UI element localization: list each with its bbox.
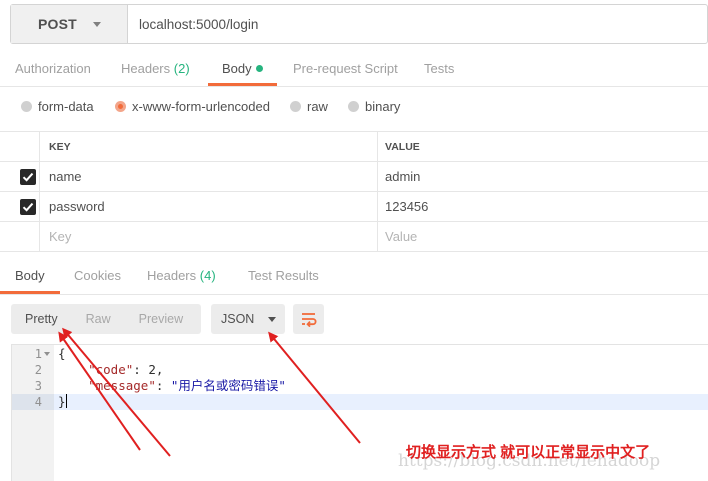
tab-response-headers[interactable]: Headers (4): [147, 258, 216, 294]
preview-button[interactable]: Preview: [125, 304, 197, 334]
radio-circle: [290, 100, 301, 112]
kv-value-header: VALUE: [385, 140, 420, 153]
kv-key-cell[interactable]: name: [40, 162, 378, 191]
url-input[interactable]: localhost:5000/login: [128, 5, 707, 43]
kv-header-row: KEY VALUE: [0, 131, 708, 162]
radio-form-data[interactable]: form-data: [21, 94, 94, 118]
body-indicator-dot: [255, 65, 263, 72]
code-text: "code": 2,: [88, 362, 164, 377]
request-tabs: Authorization Headers (2) Body Pre-reque…: [0, 52, 708, 86]
response-headers-count: (4): [199, 268, 216, 283]
radio-binary[interactable]: binary: [348, 94, 400, 118]
code-line: 3 "message": "用户名或密码错误": [12, 378, 708, 394]
chevron-down-icon: [268, 316, 277, 322]
divider: [0, 86, 708, 87]
response-tabs: Body Cookies Headers (4) Test Results: [0, 258, 708, 294]
body-type-radios: form-data x-www-form-urlencoded raw bina…: [0, 94, 708, 118]
format-select[interactable]: JSON: [211, 304, 285, 334]
check-icon: [22, 172, 34, 182]
kv-check-cell: [0, 222, 40, 251]
kv-value-cell[interactable]: admin: [378, 162, 708, 191]
radio-circle: [21, 100, 32, 112]
line-number: 4: [12, 394, 54, 410]
raw-button[interactable]: Raw: [72, 304, 125, 334]
headers-count: (2): [173, 61, 190, 76]
tab-pre-request-script[interactable]: Pre-request Script: [293, 52, 398, 86]
kv-key-header: KEY: [40, 132, 378, 161]
tab-test-results[interactable]: Test Results: [248, 258, 319, 294]
line-number: 3: [34, 379, 42, 393]
line-number: 1: [34, 347, 42, 361]
kv-check-cell: [0, 162, 40, 191]
radio-circle: [348, 100, 359, 112]
request-bar: POST localhost:5000/login: [10, 4, 708, 44]
check-icon: [22, 202, 34, 212]
code-text: }: [58, 394, 67, 409]
radio-raw[interactable]: raw: [290, 94, 328, 118]
format-label: JSON: [221, 312, 255, 326]
method-select[interactable]: POST: [11, 5, 128, 43]
code-line-current: 4 }: [12, 394, 708, 410]
line-number: 2: [34, 363, 42, 377]
tab-tests[interactable]: Tests: [424, 52, 454, 86]
checkbox[interactable]: [20, 199, 36, 215]
divider: [0, 294, 708, 295]
tab-body[interactable]: Body: [208, 52, 277, 86]
code-text: {: [58, 346, 66, 361]
tab-headers[interactable]: Headers (2): [121, 52, 190, 86]
wrap-icon: [301, 313, 316, 327]
wrap-lines-button[interactable]: [293, 304, 324, 334]
kv-value-cell[interactable]: 123456: [378, 192, 708, 221]
checkbox[interactable]: [20, 169, 36, 185]
kv-check-cell: [0, 192, 40, 221]
kv-check-column: [0, 132, 40, 161]
tab-authorization[interactable]: Authorization: [15, 52, 91, 86]
annotation-text: 切换显示方式 就可以正常显示中文了: [406, 444, 651, 461]
code-line: 2 "code": 2,: [12, 362, 708, 378]
fold-toggle-icon[interactable]: [44, 352, 50, 356]
table-row: password 123456: [0, 192, 708, 222]
new-value-input[interactable]: Value: [378, 222, 708, 251]
view-mode-group: Pretty Raw Preview: [11, 304, 201, 334]
radio-x-www-form-urlencoded[interactable]: x-www-form-urlencoded: [115, 94, 270, 118]
table-row-new: Key Value: [0, 222, 708, 252]
kv-table: KEY VALUE name admin password 123456 Key…: [0, 131, 708, 252]
chevron-down-icon: [92, 21, 101, 27]
kv-key-cell[interactable]: password: [40, 192, 378, 221]
pretty-button[interactable]: Pretty: [11, 304, 72, 334]
radio-circle-selected: [115, 100, 126, 112]
table-row: name admin: [0, 162, 708, 192]
tab-response-body[interactable]: Body: [0, 258, 60, 294]
method-label: POST: [38, 16, 77, 32]
code-text: "message": "用户名或密码错误": [88, 378, 286, 393]
new-key-input[interactable]: Key: [40, 222, 378, 251]
code-line: 1 {: [12, 346, 708, 362]
text-cursor: [65, 394, 67, 408]
tab-cookies[interactable]: Cookies: [74, 258, 121, 294]
